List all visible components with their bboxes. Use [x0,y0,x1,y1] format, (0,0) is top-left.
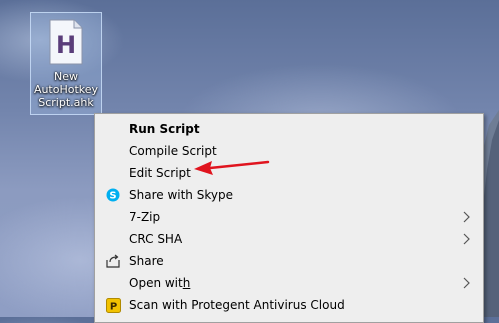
menu-item-edit-script[interactable]: Edit Script [95,162,483,184]
skype-icon: S [105,187,121,203]
menu-item-label: Run Script [129,122,200,136]
svg-text:H: H [56,31,76,59]
share-icon [105,253,121,269]
svg-text:P: P [109,301,116,312]
autohotkey-file-icon: H [49,19,83,65]
chevron-right-icon [463,211,470,223]
menu-item-7zip[interactable]: 7-Zip [95,206,483,228]
menu-item-share[interactable]: Share [95,250,483,272]
menu-item-label: Share with Skype [129,188,233,202]
menu-item-scan-protegent[interactable]: P Scan with Protegent Antivirus Cloud [95,294,483,316]
menu-item-label: Scan with Protegent Antivirus Cloud [129,298,345,312]
menu-item-label: CRC SHA [129,232,183,246]
menu-item-label: Share [129,254,164,268]
menu-item-label: Open with [129,276,191,290]
menu-item-run-script[interactable]: Run Script [95,118,483,140]
red-arrow-annotation [194,160,270,175]
menu-item-crc-sha[interactable]: CRC SHA [95,228,483,250]
menu-item-compile-script[interactable]: Compile Script [95,140,483,162]
menu-item-share-with-skype[interactable]: S Share with Skype [95,184,483,206]
menu-item-open-with[interactable]: Open with [95,272,483,294]
menu-item-label: 7-Zip [129,210,161,224]
desktop-file-label: New AutoHotkey Script.ahk [33,70,99,109]
protegent-icon: P [105,297,121,313]
menu-item-label: Edit Script [129,166,191,180]
chevron-right-icon [463,277,470,289]
svg-text:S: S [109,191,116,202]
chevron-right-icon [463,233,470,245]
desktop-file-icon-selected[interactable]: H New AutoHotkey Script.ahk [30,12,102,115]
context-menu: Run Script Compile Script Edit Script S … [94,113,484,323]
